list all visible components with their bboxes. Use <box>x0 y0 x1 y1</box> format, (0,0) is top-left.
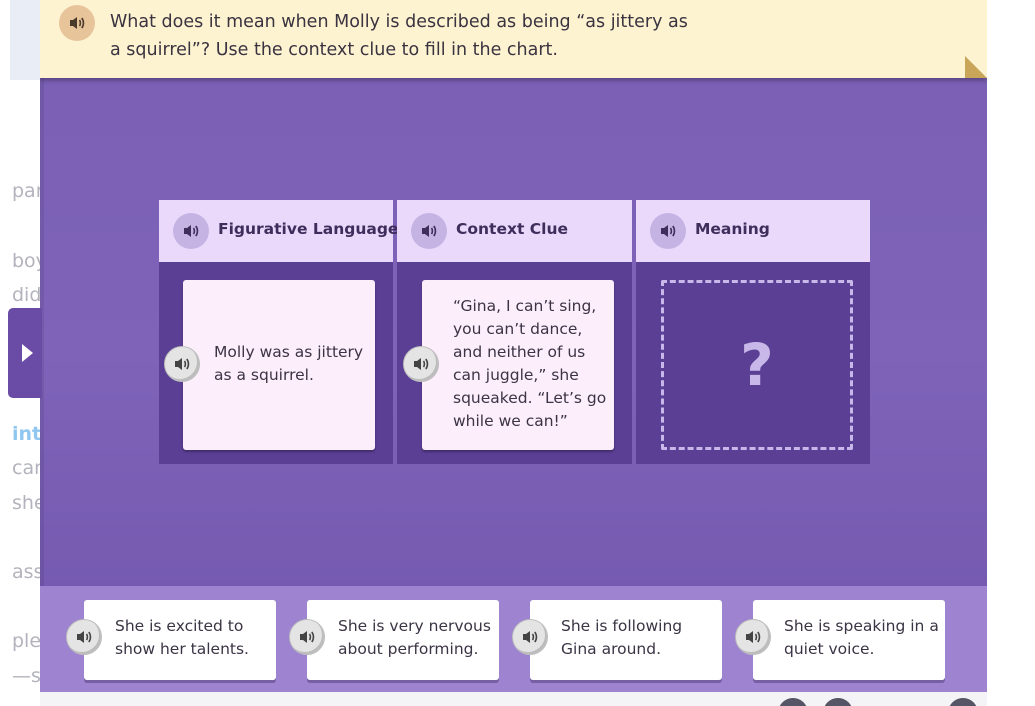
answer-text: She is very nervous about performing. <box>338 617 491 658</box>
answer-card[interactable]: She is very nervous about performing. <box>307 600 499 680</box>
passage-text-fragment: —s <box>12 665 41 687</box>
speaker-icon[interactable] <box>411 213 447 249</box>
passage-text-fragment: car <box>12 457 42 479</box>
column-header-label: Context Clue <box>456 220 569 238</box>
question-prompt: What does it mean when Molly is describe… <box>40 0 987 78</box>
context-clue-card: “Gina, I can’t sing, you can’t dance, an… <box>422 280 614 450</box>
speaker-icon[interactable] <box>164 346 200 382</box>
expand-panel-tab[interactable] <box>8 308 42 398</box>
column-body-meaning: ? <box>636 262 870 464</box>
speaker-icon[interactable] <box>735 619 771 655</box>
answer-text: She is speaking in a quiet voice. <box>784 617 939 658</box>
speaker-icon[interactable] <box>512 619 548 655</box>
passage-image-thumbnail <box>10 0 42 80</box>
passage-text-fragment: ass <box>12 561 44 583</box>
answer-text: She is excited to show her talents. <box>115 617 249 658</box>
triangle-right-icon <box>21 344 33 362</box>
column-body-figurative-language: Molly was as jittery as a squirrel. <box>159 262 393 464</box>
answer-card[interactable]: She is speaking in a quiet voice. <box>753 600 945 680</box>
column-header-meaning: Meaning <box>636 200 870 262</box>
answer-text: She is following Gina around. <box>561 617 683 658</box>
speaker-icon[interactable] <box>66 619 102 655</box>
prompt-text: What does it mean when Molly is describe… <box>110 12 688 60</box>
figurative-language-card: Molly was as jittery as a squirrel. <box>183 280 375 450</box>
passage-text-fragment: par <box>12 180 44 202</box>
column-header-figurative-language: Figurative Language <box>159 200 398 262</box>
column-header-label: Figurative Language <box>218 220 399 238</box>
speaker-icon[interactable] <box>173 213 209 249</box>
card-text: Molly was as jittery as a squirrel. <box>214 343 364 384</box>
answer-card[interactable]: She is following Gina around. <box>530 600 722 680</box>
speaker-icon[interactable] <box>289 619 325 655</box>
speaker-icon[interactable] <box>59 5 95 41</box>
speaker-icon[interactable] <box>403 346 439 382</box>
column-header-label: Meaning <box>695 220 770 238</box>
question-mark-placeholder: ? <box>740 331 774 399</box>
page-fold-decoration <box>965 56 987 78</box>
passage-text-fragment: did <box>12 284 42 306</box>
passage-text-fragment: ple <box>12 630 42 652</box>
activity-panel: What does it mean when Molly is describe… <box>40 0 987 706</box>
meaning-drop-zone[interactable]: ? <box>661 280 853 450</box>
speaker-icon[interactable] <box>650 213 686 249</box>
answer-card[interactable]: She is excited to show her talents. <box>84 600 276 680</box>
column-body-context-clue: “Gina, I can’t sing, you can’t dance, an… <box>397 262 632 464</box>
answer-tray: She is excited to show her talents. She … <box>40 586 987 706</box>
card-text: “Gina, I can’t sing, you can’t dance, an… <box>453 297 607 430</box>
column-header-context-clue: Context Clue <box>397 200 632 262</box>
